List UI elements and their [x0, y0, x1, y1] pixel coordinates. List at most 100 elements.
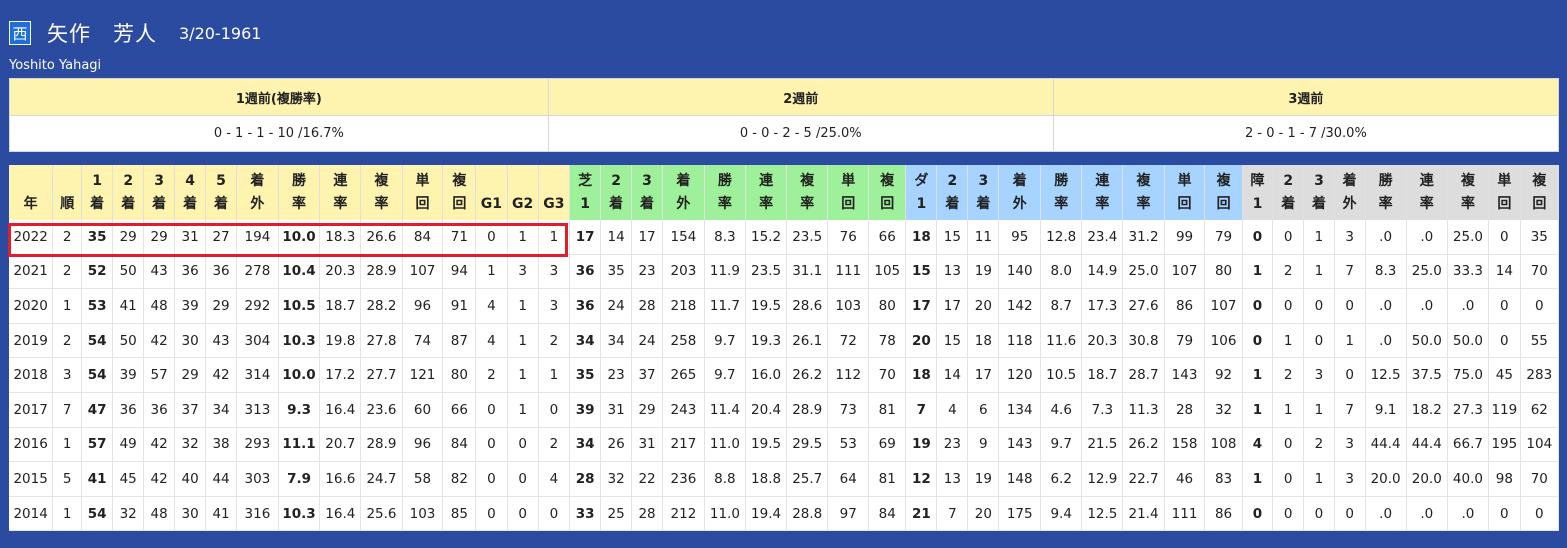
column-header: 芝1 — [569, 165, 602, 220]
table-cell: 8.8 — [704, 461, 746, 497]
table-cell: 0 — [1242, 220, 1274, 255]
table-cell: 94 — [442, 254, 477, 290]
table-cell: 12.5 — [1365, 357, 1407, 393]
table-cell: 32 — [112, 496, 145, 532]
table-cell: .0 — [1447, 496, 1490, 532]
table-cell: 20.7 — [319, 427, 362, 463]
table-cell: 50.0 — [1447, 323, 1490, 359]
table-cell: 11.3 — [1122, 392, 1165, 428]
trainer-english-name: Yoshito Yahagi — [9, 58, 102, 73]
column-header: 着外 — [1334, 165, 1366, 220]
table-cell: 24 — [600, 288, 633, 324]
table-cell: 23.6 — [360, 392, 403, 428]
column-header-line1: 着 — [676, 173, 691, 189]
table-cell: 40 — [174, 461, 207, 497]
column-header: 勝率 — [1040, 165, 1083, 220]
table-cell: 16.4 — [319, 496, 362, 532]
table-cell: 8.3 — [704, 220, 746, 255]
column-header: 3着 — [1303, 165, 1335, 220]
table-row: 2019 2 54 50 42 30 43 304 10.3 19.8 27.8 74 87 4 1 2 34 3… — [9, 323, 1560, 359]
column-header-line1: 3 — [978, 173, 989, 189]
table-cell: 38 — [205, 427, 238, 463]
table-cell: 11.4 — [704, 392, 746, 428]
table-cell: 0 — [475, 427, 508, 463]
table-cell: 20.3 — [319, 254, 362, 290]
table-cell: 212 — [662, 496, 705, 532]
table-cell: 42 — [143, 323, 176, 359]
table-cell: 0 — [1334, 357, 1366, 393]
table-cell: 17 — [631, 220, 664, 255]
column-header-line2: 1 — [1252, 196, 1263, 212]
week1-header: 1週前(複勝率) — [9, 78, 549, 116]
table-cell: 2 — [52, 323, 83, 359]
column-header-line2: 着 — [976, 196, 991, 212]
table-cell: 45 — [1488, 357, 1521, 393]
table-cell: 26.1 — [786, 323, 829, 359]
table-cell: 50 — [112, 323, 145, 359]
table-cell: 18.7 — [319, 288, 362, 324]
column-header-line1: 2 — [123, 173, 134, 189]
table-cell: 0 — [1334, 288, 1366, 324]
table-cell: 118 — [998, 323, 1042, 359]
column-header-line2: 率 — [1460, 196, 1475, 212]
table-cell: 1 — [507, 392, 539, 428]
table-cell: 50 — [112, 254, 145, 290]
table-cell: 0 — [475, 392, 508, 428]
table-cell: 0 — [1272, 288, 1305, 324]
table-cell: 0 — [1334, 496, 1366, 532]
table-cell: 175 — [998, 496, 1042, 532]
table-cell: 76 — [827, 220, 870, 255]
table-cell: 17 — [569, 220, 602, 255]
week3-header: 3週前 — [1052, 78, 1560, 116]
column-header-line1: 1 — [92, 173, 103, 189]
table-cell: 80 — [1204, 254, 1243, 290]
column-header: 単回 — [827, 165, 870, 220]
column-header-line1 — [9, 170, 52, 193]
table-cell: 83 — [1204, 461, 1243, 497]
table-cell: 31.1 — [786, 254, 829, 290]
column-header-line1: 複 — [1532, 173, 1547, 189]
column-header: 2着 — [936, 165, 969, 220]
table-cell: 74 — [402, 323, 444, 359]
table-cell: 55 — [1520, 323, 1560, 359]
column-header-line2: 着 — [1311, 196, 1326, 212]
table-cell: 34 — [205, 392, 238, 428]
column-header-line2: 回 — [1177, 196, 1192, 212]
table-cell: 87 — [442, 323, 477, 359]
table-cell: 236 — [662, 461, 705, 497]
table-cell: 2017 — [9, 392, 54, 428]
table-cell: 79 — [1164, 323, 1206, 359]
table-cell: 98 — [1488, 461, 1521, 497]
weekly-value-row: 0 - 1 - 1 - 10 /16.7% 0 - 0 - 2 - 5 /25.… — [9, 115, 1560, 152]
table-cell: 11.1 — [278, 427, 321, 463]
table-cell: 0 — [1488, 323, 1521, 359]
table-cell: 111 — [827, 254, 870, 290]
table-cell: 75.0 — [1447, 357, 1490, 393]
table-cell: 78 — [868, 323, 907, 359]
table-cell: 18 — [905, 220, 938, 255]
table-cell: 84 — [868, 496, 907, 532]
column-header-line2: 率 — [292, 196, 307, 212]
column-header: 年 — [9, 165, 54, 220]
column-header-line2: 着 — [1281, 196, 1296, 212]
column-header-line2: G2 — [512, 196, 534, 212]
column-header-line1: 勝 — [717, 173, 732, 189]
table-cell: 9.7 — [704, 323, 746, 359]
column-header-line2: 回 — [452, 196, 467, 212]
table-cell: 7.3 — [1081, 392, 1124, 428]
table-cell: 1 — [507, 357, 539, 393]
table-cell: 69 — [868, 427, 907, 463]
week1-value: 0 - 1 - 1 - 10 /16.7% — [9, 115, 549, 152]
table-cell: 0 — [1303, 323, 1335, 359]
table-cell: 3 — [538, 254, 571, 290]
table-cell: 0 — [1242, 496, 1274, 532]
column-header-line1: 3 — [1314, 173, 1324, 189]
table-cell: 0 — [475, 461, 508, 497]
column-header-line1: 4 — [185, 173, 195, 189]
table-cell: 42 — [143, 427, 176, 463]
table-cell: 106 — [1204, 323, 1243, 359]
table-cell: 4 — [475, 323, 508, 359]
table-cell: 2 — [538, 323, 571, 359]
table-cell: 36 — [112, 392, 145, 428]
table-cell: 32 — [174, 427, 207, 463]
